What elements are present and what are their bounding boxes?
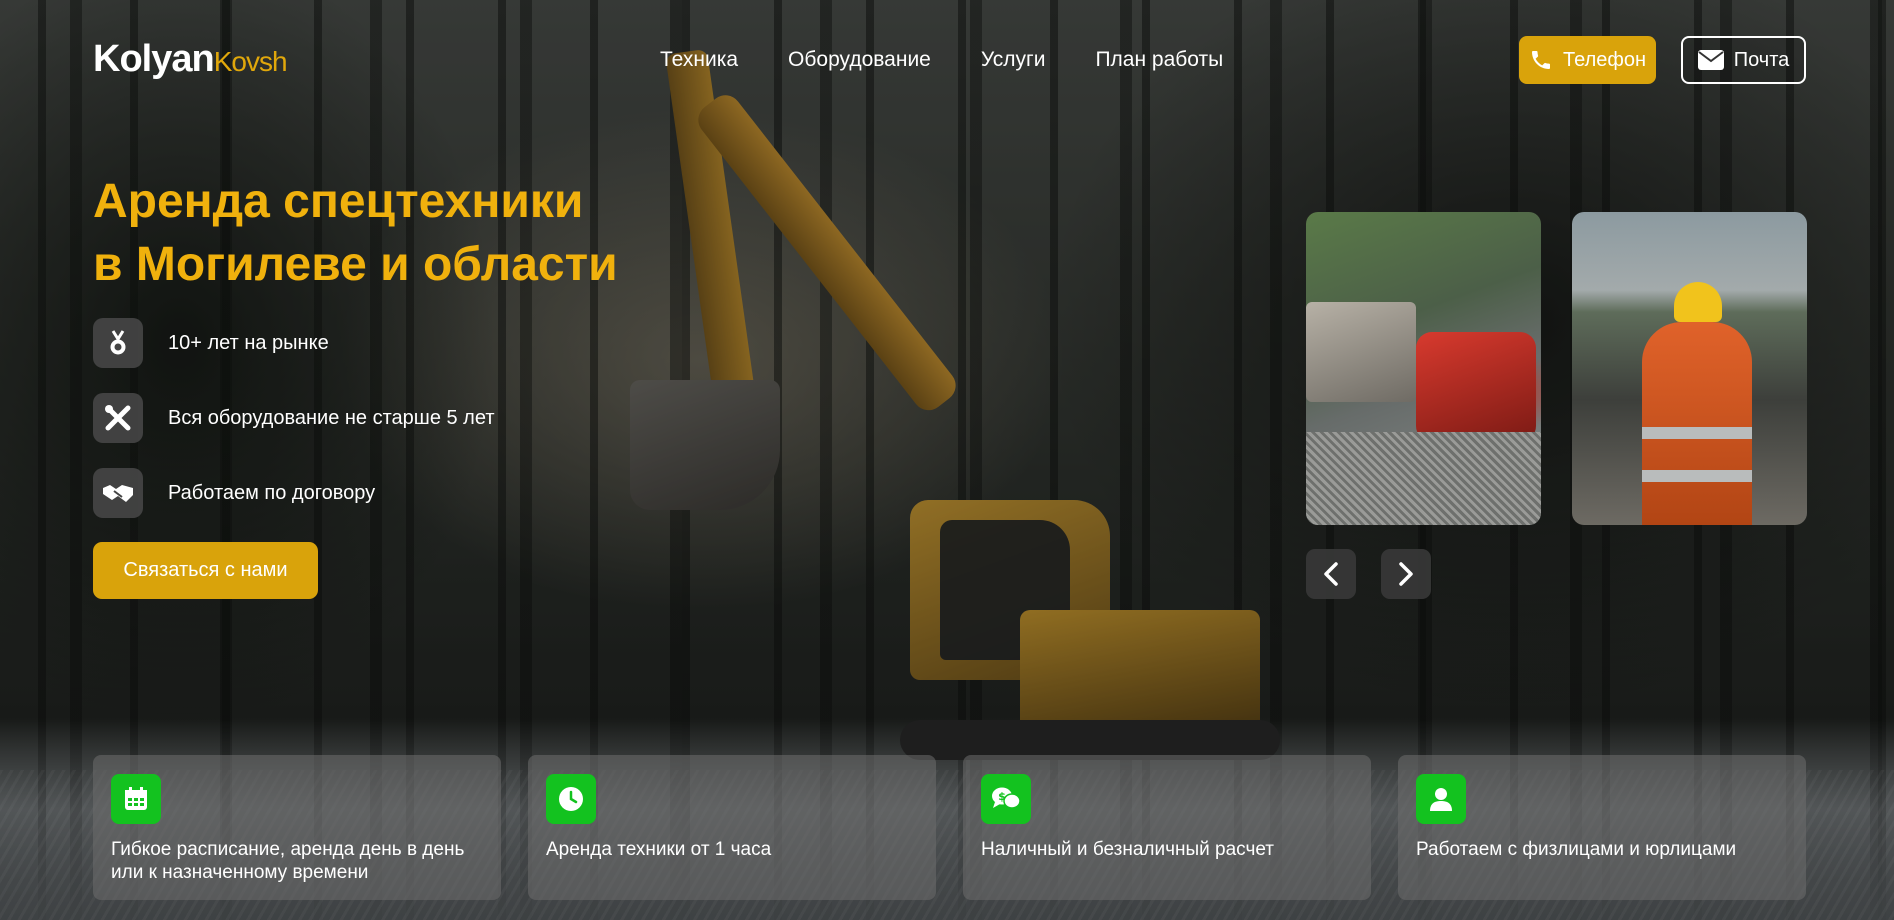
nav-item-equipment[interactable]: Оборудование — [788, 48, 931, 72]
benefit-card: Аренда техники от 1 часа — [528, 755, 936, 900]
feature-item: 10+ лет на рынке — [93, 318, 494, 368]
logo-main: Kolyan — [93, 38, 215, 80]
envelope-icon — [1697, 50, 1724, 70]
phone-label: Телефон — [1563, 48, 1646, 71]
tools-icon — [93, 393, 143, 443]
chevron-left-icon — [1324, 562, 1338, 586]
mail-button[interactable]: Почта — [1681, 36, 1806, 84]
hero-title: Аренда спецтехники в Могилеве и области — [93, 170, 693, 296]
gallery-next-button[interactable] — [1381, 549, 1431, 599]
gallery-slide-loader[interactable] — [1306, 212, 1541, 525]
benefit-cards: Гибкое расписание, аренда день в день ил… — [93, 755, 1806, 900]
benefit-card: Работаем с физлицами и юрлицами — [1398, 755, 1806, 900]
feature-text: 10+ лет на рынке — [168, 331, 329, 354]
medal-icon — [93, 318, 143, 368]
benefit-card: Гибкое расписание, аренда день в день ил… — [93, 755, 501, 900]
feature-text: Вся оборудование не старше 5 лет — [168, 406, 495, 429]
svg-text:$: $ — [998, 790, 1006, 803]
phone-icon — [1532, 51, 1551, 69]
benefit-card: $ Наличный и безналичный расчет — [963, 755, 1371, 900]
site-header: KolyanKovsh Техника Оборудование Услуги … — [0, 0, 1894, 120]
phone-button[interactable]: Телефон — [1519, 36, 1656, 84]
feature-item: Вся оборудование не старше 5 лет — [93, 393, 494, 443]
money-chat-icon: $ — [981, 774, 1031, 824]
feature-list: 10+ лет на рынке Вся оборудование не ста… — [93, 318, 494, 543]
benefit-text: Гибкое расписание, аренда день в день ил… — [111, 839, 465, 883]
benefit-text: Работаем с физлицами и юрлицами — [1416, 839, 1737, 860]
calendar-icon — [111, 774, 161, 824]
gallery-slide-worker[interactable] — [1572, 212, 1807, 525]
main-nav: Техника Оборудование Услуги План работы — [660, 48, 1273, 72]
hero-title-line-2: в Могилеве и области — [93, 238, 618, 291]
handshake-icon — [93, 468, 143, 518]
benefit-text: Аренда техники от 1 часа — [546, 839, 772, 860]
contact-us-button[interactable]: Связаться с нами — [93, 542, 318, 599]
nav-item-services[interactable]: Услуги — [981, 48, 1046, 72]
benefit-text: Наличный и безналичный расчет — [981, 839, 1275, 860]
user-icon — [1416, 774, 1466, 824]
clock-icon — [546, 774, 596, 824]
feature-item: Работаем по договору — [93, 468, 494, 518]
nav-item-technika[interactable]: Техника — [660, 48, 738, 72]
logo[interactable]: KolyanKovsh — [93, 38, 288, 81]
hero-title-line-1: Аренда спецтехники — [93, 175, 584, 228]
feature-text: Работаем по договору — [168, 481, 376, 504]
chevron-right-icon — [1399, 562, 1413, 586]
logo-accent: Kovsh — [213, 46, 288, 77]
gallery-prev-button[interactable] — [1306, 549, 1356, 599]
mail-label: Почта — [1733, 48, 1790, 71]
nav-item-work-plan[interactable]: План работы — [1095, 48, 1223, 72]
